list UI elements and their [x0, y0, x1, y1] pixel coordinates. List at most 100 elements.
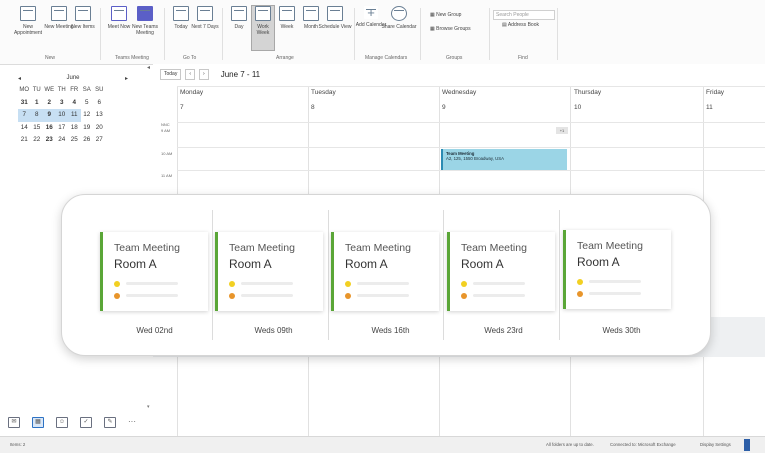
more-items-badge[interactable]: +1: [556, 127, 568, 134]
new-items-button[interactable]: New Items: [64, 6, 102, 30]
more-apps-icon[interactable]: ···: [128, 417, 136, 428]
day-cell[interactable]: 22: [31, 134, 44, 147]
notes-icon[interactable]: ✎: [104, 417, 116, 428]
orange-dot-icon: [114, 293, 120, 299]
group-separator: [489, 8, 490, 60]
next-week-button[interactable]: ›: [199, 68, 209, 80]
placeholder-line: [589, 280, 641, 283]
day-cell[interactable]: 26: [81, 134, 94, 147]
day-cell[interactable]: 15: [31, 122, 44, 135]
schedule-view-button[interactable]: Schedule View: [316, 6, 354, 30]
display-settings-button[interactable]: Display Settings: [700, 442, 731, 447]
day-number: 7: [180, 104, 184, 111]
search-people-input[interactable]: Search People: [493, 10, 555, 20]
teams-icon: [137, 6, 153, 21]
event-location: A2, 125, 1550 Broadway, USA: [446, 156, 504, 161]
next-7-days-button[interactable]: Next 7 Days: [186, 6, 224, 30]
day-cell[interactable]: 27: [93, 134, 106, 147]
next-month-button[interactable]: ▸: [125, 75, 128, 82]
day-cell[interactable]: 11: [68, 109, 81, 122]
time-label: 10 AM: [161, 151, 173, 156]
day-cell[interactable]: 2: [43, 97, 56, 110]
card-title: Team Meeting: [461, 242, 527, 254]
prev-month-button[interactable]: ◂: [18, 75, 21, 82]
day-header-monday: Monday: [180, 89, 204, 96]
today-nav-button[interactable]: Today: [160, 68, 182, 80]
day-cell[interactable]: 24: [56, 134, 69, 147]
day-cell[interactable]: 18: [68, 122, 81, 135]
day-cell[interactable]: 16: [43, 122, 56, 135]
orange-dot-icon: [461, 293, 467, 299]
mini-calendar-grid: MO TU WE TH FR SA SU 31 1 2 3 4 5 6 7 8 …: [18, 84, 128, 147]
group-label-groups: Groups: [446, 55, 463, 61]
day-cell[interactable]: 10: [55, 109, 68, 122]
day-cell[interactable]: 20: [93, 122, 106, 135]
day-cell[interactable]: 5: [81, 97, 94, 110]
day-cell[interactable]: 8: [30, 109, 43, 122]
weekday-label: TH: [57, 87, 66, 93]
weekday-label: MO: [19, 87, 30, 93]
share-calendar-button[interactable]: Share Calendar: [380, 6, 418, 30]
date-range-title: June 7 - 11: [220, 69, 261, 79]
people-icon[interactable]: ☺: [56, 417, 68, 428]
meeting-card[interactable]: Team Meeting Room A: [215, 232, 323, 311]
card-room: Room A: [114, 257, 157, 271]
placeholder-line: [241, 294, 293, 297]
group-label-arrange: Arrange: [276, 55, 294, 61]
day-number: 9: [442, 104, 446, 111]
grid-line: [177, 170, 765, 171]
meet-now-icon: [111, 6, 127, 21]
day-cell[interactable]: 7: [18, 109, 31, 122]
meeting-card[interactable]: Team Meeting Room A: [563, 230, 671, 309]
group-label-new: New: [45, 55, 56, 61]
add-calendar-icon: +: [364, 6, 378, 19]
status-bar: Items: 2 All folders are up to date. Con…: [0, 436, 765, 453]
day-cell[interactable]: 14: [18, 122, 31, 135]
mini-calendar-month: June: [66, 75, 80, 81]
day-cell[interactable]: 21: [18, 134, 31, 147]
day-cell[interactable]: 1: [31, 97, 44, 110]
grid-line: [177, 86, 765, 87]
meeting-card[interactable]: Team Meeting Room A: [331, 232, 439, 311]
day-cell[interactable]: 19: [81, 122, 94, 135]
card-title: Team Meeting: [345, 242, 411, 254]
calendar-icon[interactable]: ▦: [32, 417, 44, 428]
weekday-label: SU: [95, 87, 104, 93]
yellow-dot-icon: [345, 281, 351, 287]
card-date-label: Wed 02nd: [136, 326, 173, 335]
address-book-button[interactable]: ▤ Address Book: [502, 22, 539, 28]
meeting-card[interactable]: Team Meeting Room A: [100, 232, 208, 311]
group-separator: [420, 8, 421, 60]
card-date-label: Weds 16th: [371, 326, 410, 335]
day-cell[interactable]: 6: [93, 97, 106, 110]
day-cell[interactable]: 9: [43, 109, 56, 122]
day-cell[interactable]: 17: [56, 122, 69, 135]
scroll-down-icon[interactable]: ▾: [147, 404, 150, 410]
day-cell[interactable]: 3: [56, 97, 69, 110]
new-group-button[interactable]: ▦ New Group: [430, 12, 461, 18]
day-cell[interactable]: 13: [93, 109, 106, 122]
tasks-icon[interactable]: ✓: [80, 417, 92, 428]
day-cell[interactable]: 12: [81, 109, 94, 122]
new-teams-meeting-button[interactable]: New Teams Meeting: [126, 6, 164, 36]
share-calendar-icon: [391, 6, 407, 21]
meeting-series-overlay: Team Meeting Room A Team Meeting Room A …: [61, 194, 711, 356]
placeholder-line: [473, 294, 525, 297]
day-cell[interactable]: 25: [68, 134, 81, 147]
group-label-teams: Teams Meeting: [115, 55, 149, 61]
column-divider: [328, 210, 329, 340]
day-cell[interactable]: 31: [18, 97, 31, 110]
browse-groups-button[interactable]: ▦ Browse Groups: [430, 26, 471, 32]
collapse-pane-icon[interactable]: ◂: [147, 64, 150, 71]
weekday-label: SA: [82, 87, 91, 93]
meeting-card[interactable]: Team Meeting Room A: [447, 232, 555, 311]
day-cell[interactable]: 23: [43, 134, 56, 147]
grid-line: [177, 147, 765, 148]
calendar-event[interactable]: Team Meeting A2, 125, 1550 Broadway, USA: [441, 149, 567, 170]
prev-week-button[interactable]: ‹: [185, 68, 196, 80]
mail-icon[interactable]: ✉: [8, 417, 20, 428]
column-divider: [212, 210, 213, 340]
day-view-icon: [231, 6, 247, 21]
yellow-dot-icon: [114, 281, 120, 287]
day-cell[interactable]: 4: [68, 97, 81, 110]
